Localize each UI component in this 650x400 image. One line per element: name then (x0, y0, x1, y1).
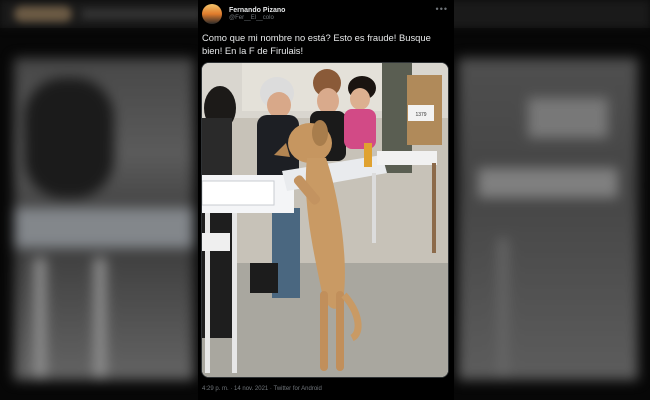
author-display-name[interactable]: Fernando Pizano (229, 7, 285, 15)
tweet-metadata[interactable]: 4:29 p. m. · 14 nov. 2021 · Twitter for … (202, 386, 322, 392)
tweet-photo[interactable]: 1379 (201, 62, 449, 378)
tweet-card: Fernando Pizano @Fer__El__colo ••• Como … (198, 0, 454, 400)
avatar[interactable] (202, 4, 222, 24)
more-options-icon[interactable]: ••• (436, 4, 448, 14)
tweet-text: Como que mi nombre no está? Esto es frau… (202, 32, 431, 56)
box-label-text: 1379 (415, 112, 426, 118)
tweet-author[interactable]: Fernando Pizano @Fer__El__colo (202, 4, 285, 24)
author-handle[interactable]: @Fer__El__colo (229, 15, 285, 22)
